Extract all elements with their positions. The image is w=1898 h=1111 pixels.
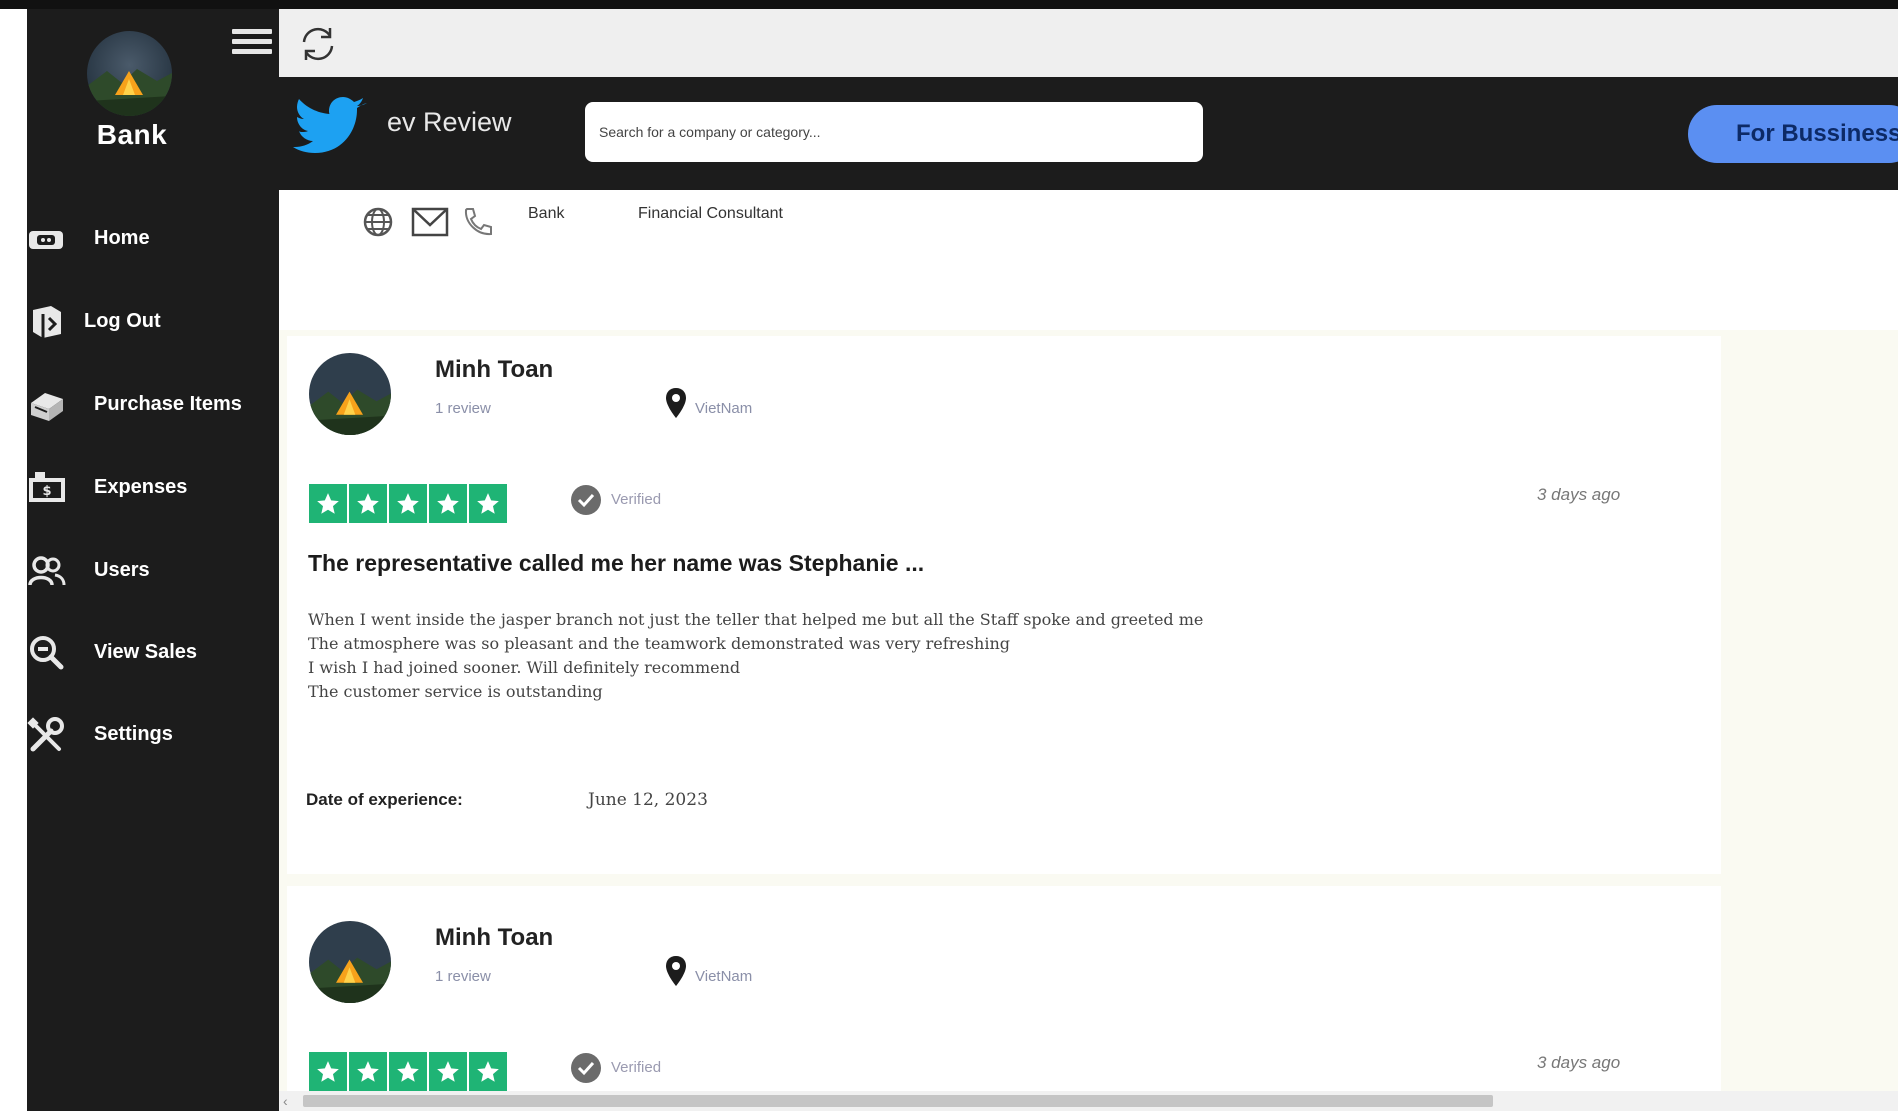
review-body: When I went inside the jasper branch not… [308,608,1203,704]
review-card: Minh Toan 1 review VietNam Verified 3 da… [287,336,1721,874]
view-sales-icon [30,636,64,670]
star-icon [349,484,387,523]
logout-icon [33,306,61,338]
sidebar-item-expenses[interactable]: $ Expenses [27,464,279,516]
bird-logo-icon [293,97,367,153]
svg-text:$: $ [42,484,51,499]
sidebar-item-label: Expenses [94,476,188,498]
star-icon [309,484,347,523]
reviewer-location: VietNam [695,400,753,417]
sidebar-item-label: Users [94,559,150,581]
sidebar-item-label: Home [94,227,150,249]
category-tag-bank[interactable]: Bank [528,205,564,223]
reviewer-name[interactable]: Minh Toan [435,356,553,384]
bank-avatar [87,31,172,116]
review-body-line: I wish I had joined sooner. Will definit… [308,658,741,677]
review-time-ago: 3 days ago [1537,485,1621,504]
star-icon [429,1052,467,1091]
reviewer-name[interactable]: Minh Toan [435,924,553,952]
verified-label: Verified [611,1059,662,1076]
sidebar-item-view-sales[interactable]: View Sales [27,629,279,681]
sidebar-item-home[interactable]: Home [27,215,279,267]
globe-icon[interactable] [362,206,394,238]
star-icon [389,1052,427,1091]
search-input[interactable] [585,102,1203,162]
sidebar-title: Bank [96,119,168,150]
star-icon [469,1052,507,1091]
verified-check-icon [571,485,601,515]
header: ev Review For Bussiness [279,77,1898,190]
review-body-line: When I went inside the jasper branch not… [308,610,1204,629]
verified-check-icon [571,1053,601,1083]
menu-toggle-icon[interactable] [232,29,272,63]
location-pin-icon [666,956,686,986]
purchase-icon [31,393,63,421]
date-of-experience-value: June 12, 2023 [588,790,708,810]
star-icon [389,484,427,523]
verified-label: Verified [611,491,662,508]
sidebar-item-label: Purchase Items [94,393,242,415]
for-business-button[interactable]: For Bussiness [1688,105,1898,163]
sidebar: Bank Home Log Out Purchase Items $ Expen… [27,9,279,1111]
company-info-strip: Bank Financial Consultant [279,190,1898,330]
date-of-experience-label: Date of experience: [306,790,463,809]
sidebar-item-label: Log Out [84,310,161,332]
star-icon [469,484,507,523]
main-content: Bank Financial Consultant Minh Toan 1 re… [279,190,1898,1111]
review-card: Minh Toan 1 review VietNam Verified 3 da… [287,886,1721,1111]
location-pin-icon [666,388,686,418]
app-window: Bank Home Log Out Purchase Items $ Expen… [0,0,1898,1111]
scroll-left-arrow-icon[interactable]: ‹ [283,1093,288,1109]
sidebar-item-users[interactable]: Users [27,547,279,599]
sidebar-item-settings[interactable]: Settings [27,711,279,763]
phone-icon[interactable] [461,206,493,238]
brand-name: ev Review [387,107,512,137]
home-icon [29,231,63,249]
scrollbar-thumb[interactable] [303,1095,1493,1107]
sidebar-item-label: View Sales [94,641,198,663]
reviewer-avatar[interactable] [309,353,391,435]
sidebar-item-label: Settings [94,723,173,745]
sidebar-item-purchase-items[interactable]: Purchase Items [27,381,279,433]
expenses-icon: $ [29,472,65,502]
window-top-border [0,0,1898,9]
users-icon [28,556,66,586]
review-title[interactable]: The representative called me her name wa… [308,550,924,577]
settings-icon [27,717,64,752]
mail-icon[interactable] [411,206,449,238]
toolbar [279,9,1898,77]
review-body-line: The customer service is outstanding [308,682,603,701]
horizontal-scrollbar[interactable]: ‹ [279,1091,1898,1111]
refresh-icon[interactable] [296,22,340,66]
review-count: 1 review [435,400,491,417]
review-body-line: The atmosphere was so pleasant and the t… [308,634,1010,653]
star-icon [349,1052,387,1091]
star-icon [429,484,467,523]
review-count: 1 review [435,968,491,985]
reviewer-avatar[interactable] [309,921,391,1003]
star-rating [309,484,507,525]
review-time-ago: 3 days ago [1537,1053,1621,1072]
category-tag-financial-consultant[interactable]: Financial Consultant [638,205,783,223]
star-rating [309,1052,507,1093]
star-icon [309,1052,347,1091]
sidebar-item-logout[interactable]: Log Out [27,298,279,350]
reviewer-location: VietNam [695,968,753,985]
